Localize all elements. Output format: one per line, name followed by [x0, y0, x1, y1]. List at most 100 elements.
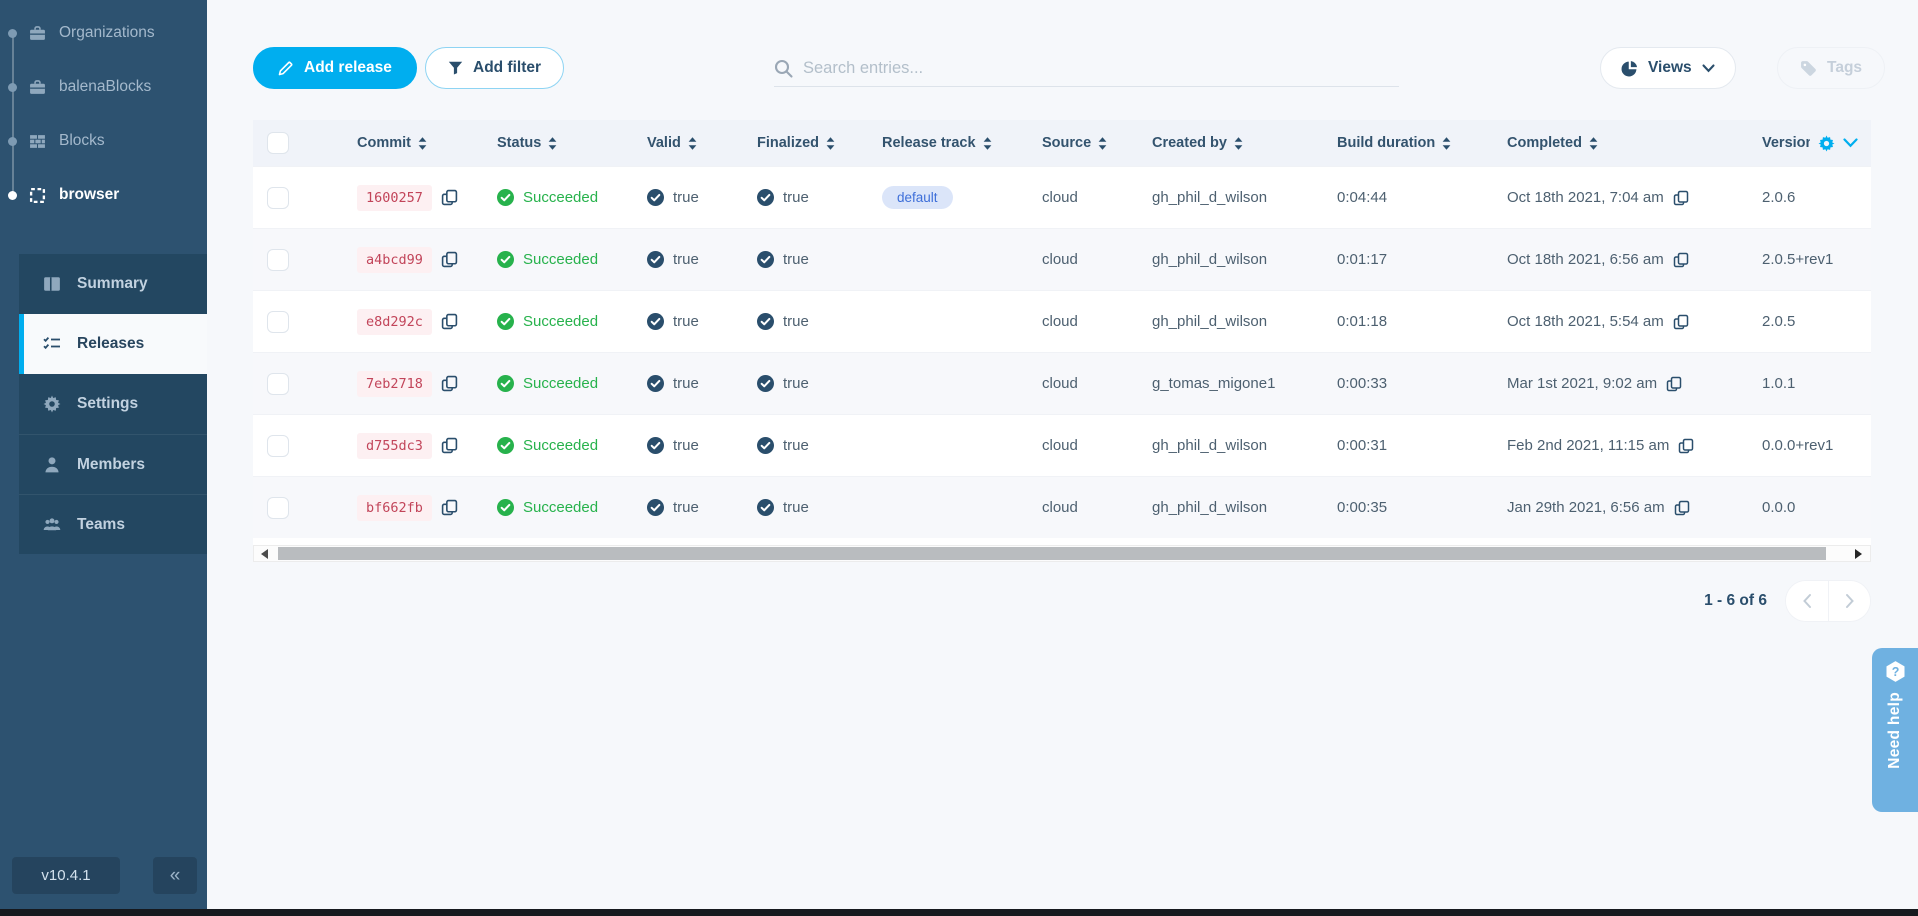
scrollbar-thumb[interactable]: [278, 547, 1826, 560]
column-header-status[interactable]: Status: [481, 135, 631, 151]
copy-icon[interactable]: [441, 437, 458, 454]
table-settings-gear-icon[interactable]: [1818, 135, 1835, 152]
table-row[interactable]: bf662fb Succeeded true t: [253, 476, 1871, 538]
row-checkbox[interactable]: [267, 311, 289, 333]
sidebar-item-blocks[interactable]: Blocks: [0, 114, 207, 168]
column-header-version[interactable]: Version: [1746, 135, 1871, 152]
need-help-tab[interactable]: ? Need help: [1872, 648, 1918, 812]
finalized-label: true: [783, 313, 809, 330]
column-header-valid[interactable]: Valid: [631, 135, 741, 151]
check-circle-icon: [757, 499, 774, 516]
success-check-icon: [497, 499, 514, 516]
add-filter-button[interactable]: Add filter: [425, 47, 564, 89]
check-circle-icon: [647, 437, 664, 454]
row-checkbox[interactable]: [267, 435, 289, 457]
finalized-label: true: [783, 437, 809, 454]
sidebar-item-teams[interactable]: Teams: [19, 494, 207, 554]
table-collapse-chevron-icon[interactable]: [1843, 138, 1858, 148]
table-row[interactable]: e8d292c Succeeded true t: [253, 290, 1871, 352]
add-release-label: Add release: [304, 59, 392, 77]
version-cell: 2.0.5: [1746, 313, 1871, 330]
valid-label: true: [673, 189, 699, 206]
horizontal-scrollbar[interactable]: [253, 545, 1871, 562]
sort-icon: [1098, 137, 1107, 150]
table-row[interactable]: d755dc3 Succeeded true t: [253, 414, 1871, 476]
copy-icon[interactable]: [441, 375, 458, 392]
created-by-cell: gh_phil_d_wilson: [1136, 189, 1321, 206]
column-label: Source: [1042, 135, 1091, 151]
commit-cell: bf662fb: [341, 495, 481, 521]
dashboard-version-button[interactable]: v10.4.1: [12, 857, 120, 894]
sidebar-item-summary[interactable]: Summary: [19, 254, 207, 314]
column-header-build-duration[interactable]: Build duration: [1321, 135, 1491, 151]
status-cell: Succeeded: [481, 251, 631, 268]
sidebar-item-members[interactable]: Members: [19, 434, 207, 494]
created-by-cell: g_tomas_migone1: [1136, 375, 1321, 392]
copy-icon[interactable]: [1666, 376, 1682, 392]
add-release-button[interactable]: Add release: [253, 47, 417, 89]
table-row[interactable]: 7eb2718 Succeeded true t: [253, 352, 1871, 414]
sidebar-item-label: Summary: [77, 275, 148, 293]
copy-icon[interactable]: [441, 189, 458, 206]
table-row[interactable]: 1600257 Succeeded true t: [253, 166, 1871, 228]
sidebar-item-balenablocks[interactable]: balenaBlocks: [0, 60, 207, 114]
column-header-finalized[interactable]: Finalized: [741, 135, 866, 151]
row-checkbox[interactable]: [267, 249, 289, 271]
copy-icon[interactable]: [1673, 190, 1689, 206]
select-all-checkbox[interactable]: [267, 132, 289, 154]
column-header-commit[interactable]: Commit: [341, 135, 481, 151]
source-cell: cloud: [1026, 499, 1136, 516]
row-checkbox[interactable]: [267, 187, 289, 209]
sort-icon: [1234, 137, 1243, 150]
check-circle-icon: [757, 375, 774, 392]
copy-icon[interactable]: [441, 313, 458, 330]
copy-icon[interactable]: [1673, 252, 1689, 268]
main-content: Add release Add filter: [207, 0, 1918, 916]
next-page-button[interactable]: [1828, 581, 1870, 621]
chevron-left-icon: [1802, 593, 1812, 609]
row-checkbox[interactable]: [267, 497, 289, 519]
previous-page-button[interactable]: [1786, 581, 1828, 621]
sidebar-item-organizations[interactable]: Organizations: [0, 6, 207, 60]
sidebar-collapse-button[interactable]: «: [153, 857, 197, 894]
copy-icon[interactable]: [441, 251, 458, 268]
search-input[interactable]: [803, 59, 1399, 78]
success-check-icon: [497, 313, 514, 330]
column-header-release-track[interactable]: Release track: [866, 135, 1026, 151]
pagination: 1 - 6 of 6: [253, 580, 1871, 622]
views-button[interactable]: Views: [1600, 47, 1736, 89]
column-header-completed[interactable]: Completed: [1491, 135, 1746, 151]
build-duration-label: 0:01:18: [1337, 313, 1387, 330]
commit-cell: 1600257: [341, 185, 481, 211]
column-label: Build duration: [1337, 135, 1435, 151]
copy-icon[interactable]: [1674, 500, 1690, 516]
column-header-source[interactable]: Source: [1026, 135, 1136, 151]
row-select-cell: [253, 249, 341, 271]
svg-text:?: ?: [1891, 665, 1899, 679]
finalized-label: true: [783, 189, 809, 206]
add-filter-label: Add filter: [473, 59, 541, 77]
copy-icon[interactable]: [1678, 438, 1694, 454]
sidebar-item-label: Releases: [77, 335, 144, 353]
row-checkbox[interactable]: [267, 373, 289, 395]
column-header-created-by[interactable]: Created by: [1136, 135, 1321, 151]
tags-button[interactable]: Tags: [1777, 47, 1885, 89]
scroll-right-arrow-icon[interactable]: [1855, 549, 1862, 559]
sidebar-item-label: Teams: [77, 516, 125, 534]
finalized-cell: true: [741, 375, 866, 392]
version-label: 2.0.5+rev1: [1762, 251, 1833, 268]
sidebar-item-browser[interactable]: browser: [0, 168, 207, 222]
tags-label: Tags: [1827, 59, 1862, 77]
check-circle-icon: [757, 313, 774, 330]
copy-icon[interactable]: [1673, 314, 1689, 330]
sort-icon: [826, 137, 835, 150]
success-check-icon: [497, 375, 514, 392]
table-header-row: Commit Status Valid Finalized Release tr…: [253, 120, 1871, 166]
table-row[interactable]: a4bcd99 Succeeded true t: [253, 228, 1871, 290]
sidebar-item-releases[interactable]: Releases: [19, 314, 207, 374]
scroll-left-arrow-icon[interactable]: [261, 549, 268, 559]
filter-funnel-icon: [448, 61, 463, 75]
created-by-label: gh_phil_d_wilson: [1152, 437, 1267, 454]
sidebar-item-settings[interactable]: Settings: [19, 374, 207, 434]
copy-icon[interactable]: [441, 499, 458, 516]
